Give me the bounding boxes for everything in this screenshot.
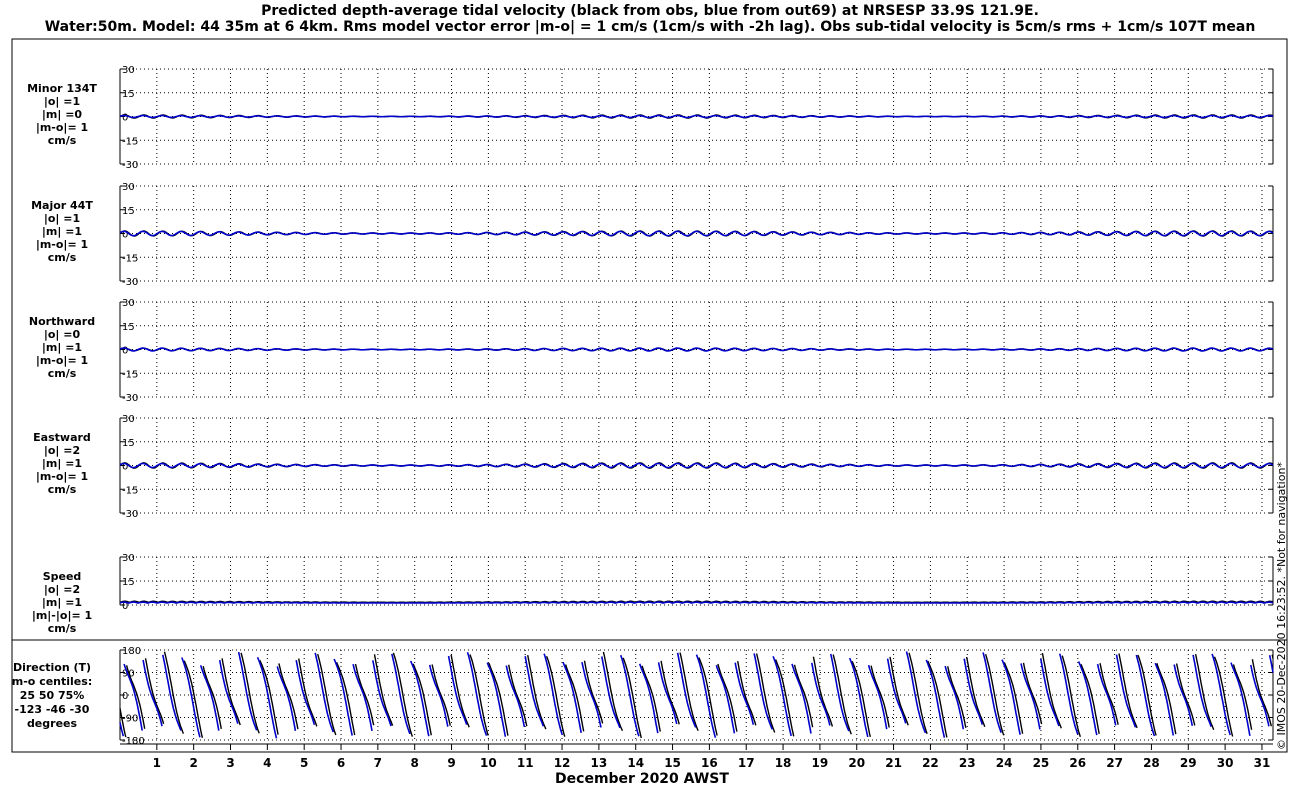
northward-label-line: cm/s <box>48 367 77 380</box>
x-tick-label: 19 <box>812 756 829 770</box>
speed-model-series-line <box>119 601 1274 604</box>
x-tick-label: 20 <box>848 756 865 770</box>
x-tick-label: 15 <box>664 756 681 770</box>
x-tick-label: 26 <box>1069 756 1086 770</box>
y-tick-label: 30 <box>122 65 135 76</box>
y-tick-label: -15 <box>122 253 138 264</box>
x-tick-label: 25 <box>1033 756 1050 770</box>
x-tick-label: 9 <box>447 756 455 770</box>
y-tick-label: 0 <box>122 113 128 124</box>
x-tick-label: 10 <box>480 756 497 770</box>
y-tick-label: -90 <box>122 714 138 725</box>
y-tick-label: -30 <box>122 509 138 520</box>
y-tick-label: 30 <box>122 298 135 309</box>
speed-label-line: Speed <box>43 570 82 583</box>
x-tick-label: 22 <box>922 756 939 770</box>
minor-label-line: |o| =1 <box>44 95 80 108</box>
plot-frame <box>11 38 1288 753</box>
y-tick-label: 15 <box>122 322 135 333</box>
direction-label-line: 25 50 75% <box>20 689 85 702</box>
major-label-line: Major 44T <box>31 199 93 212</box>
x-tick-label: 17 <box>738 756 755 770</box>
y-tick-label: -15 <box>122 369 138 380</box>
x-tick-label: 16 <box>701 756 718 770</box>
y-tick-label: -30 <box>122 160 138 171</box>
major-label-line: |o| =1 <box>44 212 80 225</box>
eastward-label-line: Eastward <box>33 431 91 444</box>
chart-title-line1: Predicted depth-average tidal velocity (… <box>261 3 1039 19</box>
eastward-label-line: |m| =1 <box>42 457 82 470</box>
major-label-line: |m| =1 <box>42 225 82 238</box>
x-tick-label: 21 <box>885 756 902 770</box>
y-tick-label: 15 <box>122 577 135 588</box>
eastward-label-line: |o| =2 <box>44 444 80 457</box>
y-tick-label: 30 <box>122 553 135 564</box>
x-tick-label: 23 <box>959 756 976 770</box>
speed-label-line: |o| =2 <box>44 583 80 596</box>
minor-label-line: cm/s <box>48 134 77 147</box>
y-tick-label: -30 <box>122 393 138 404</box>
northward-label-line: |o| =0 <box>44 328 81 341</box>
direction-label-line: Direction (T) <box>13 661 91 674</box>
minor-label-line: |m| =0 <box>42 108 83 121</box>
tidal-velocity-chart: Predicted depth-average tidal velocity (… <box>11 3 1288 787</box>
eastward-label-line: |m-o|= 1 <box>36 470 88 483</box>
y-tick-label: -180 <box>122 736 145 747</box>
direction-label-line: m-o centiles: <box>12 675 92 688</box>
speed-label-line: cm/s <box>48 622 77 635</box>
y-tick-label: 15 <box>122 206 135 217</box>
northward-panel: 30 15 0 -15 -30 Northward|o| =0|m| =1|m-o|= 1… <box>29 298 1274 404</box>
x-tick-label: 4 <box>263 756 271 770</box>
x-tick-label: 18 <box>775 756 792 770</box>
x-tick-label: 6 <box>337 756 345 770</box>
x-tick-label: 29 <box>1180 756 1197 770</box>
minor-label-line: |m-o|= 1 <box>36 121 88 134</box>
direction-label-line: degrees <box>27 717 78 730</box>
speed-label-line: |m|-|o|= 1 <box>32 609 92 622</box>
x-tick-label: 30 <box>1217 756 1234 770</box>
y-tick-label: 180 <box>122 646 141 657</box>
speed-panel: 30150Speed|o| =2|m| =1|m|-|o|= 1cm/s <box>32 553 1274 635</box>
y-tick-label: 30 <box>122 414 135 425</box>
imos-credit: © IMOS 20-Dec-2020 16:23:52. *Not for na… <box>1275 462 1288 750</box>
major-label-line: |m-o|= 1 <box>36 238 88 251</box>
y-tick-label: 15 <box>122 438 135 449</box>
x-tick-label: 1 <box>153 756 161 770</box>
y-tick-label: -15 <box>122 485 138 496</box>
northward-label-line: Northward <box>29 315 95 328</box>
speed-label-line: |m| =1 <box>42 596 82 609</box>
direction-panel: 180900-90-180Direction (T)m-o centiles:2… <box>12 646 1274 747</box>
x-axis-label: December 2020 AWST <box>555 771 729 787</box>
x-tick-label: 28 <box>1143 756 1160 770</box>
minor-label-line: Minor 134T <box>27 82 97 95</box>
eastward-panel: 30150-15-30Eastward|o| =2|m| =1|m-o|= 1c… <box>33 414 1274 520</box>
northward-label-line: |m-o|= 1 <box>36 354 88 367</box>
major-panel: 30150-15-30Major 44T|o| =1|m| =1|m-o|= 1… <box>31 182 1274 288</box>
y-tick-label: -30 <box>122 277 138 288</box>
x-tick-label: 31 <box>1254 756 1271 770</box>
x-tick-label: 24 <box>996 756 1013 770</box>
x-tick-label: 8 <box>411 756 419 770</box>
x-tick-label: 13 <box>591 756 608 770</box>
chart-title-line2: Water:50m. Model: 44 35m at 6 4km. Rms m… <box>45 19 1256 35</box>
minor-panel: 30 15 0 -15 -30 Minor 134T|o| =1|m| =0|m-o|= … <box>27 65 1274 171</box>
northward-label-line: |m| =1 <box>42 341 82 354</box>
x-tick-label: 11 <box>517 756 534 770</box>
direction-label-line: -123 -46 -30 <box>15 703 90 716</box>
eastward-label-line: cm/s <box>48 483 77 496</box>
y-tick-label: 0 <box>122 346 128 357</box>
x-tick-label: 14 <box>627 756 644 770</box>
x-tick-label: 3 <box>226 756 234 770</box>
y-tick-label: 30 <box>122 182 135 193</box>
y-tick-label: 0 <box>122 691 128 702</box>
x-tick-label: 2 <box>189 756 197 770</box>
x-tick-label: 7 <box>374 756 382 770</box>
y-tick-label: -15 <box>122 136 138 147</box>
y-tick-label: 15 <box>122 89 135 100</box>
x-tick-label: 27 <box>1106 756 1123 770</box>
major-label-line: cm/s <box>48 251 77 264</box>
x-tick-label: 12 <box>554 756 571 770</box>
x-tick-label: 5 <box>300 756 308 770</box>
